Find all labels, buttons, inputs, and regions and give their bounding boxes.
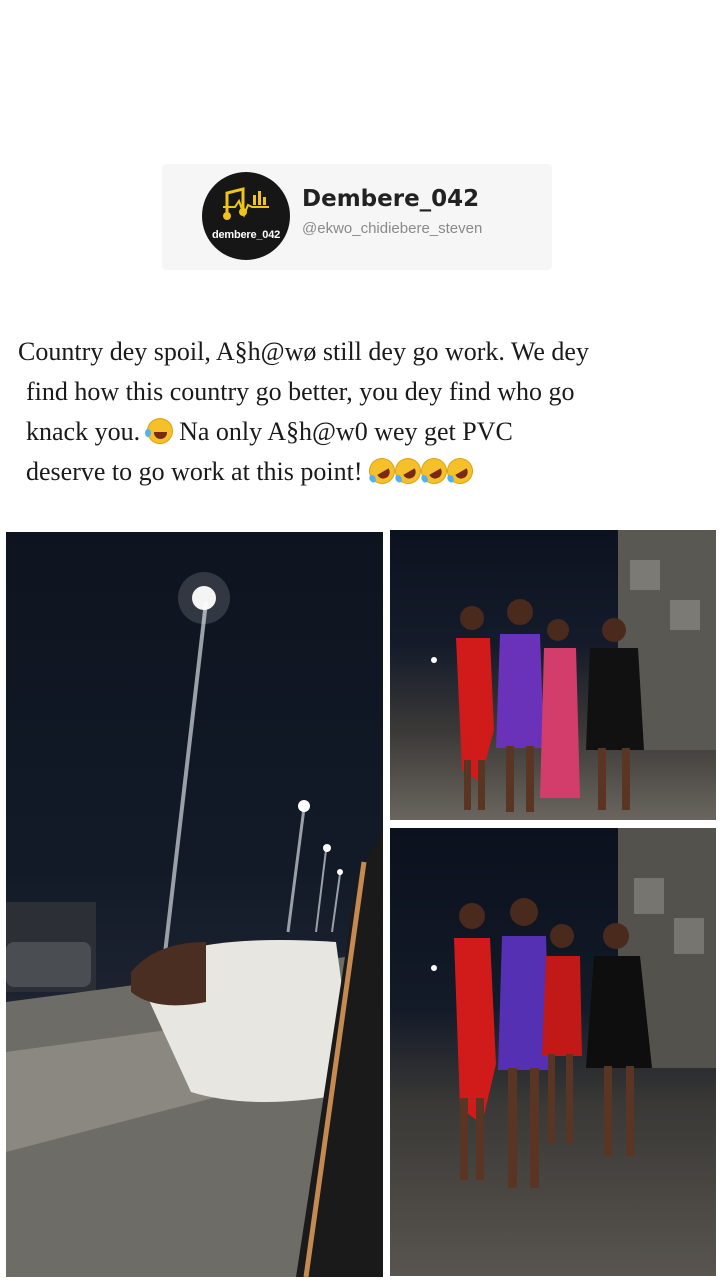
caption-line: deserve to go work at this point! — [18, 452, 708, 492]
author-card: dembere_042 Dembere_042 @ekwo_chidiebere… — [162, 164, 552, 270]
caption-text: deserve to go work at this point! — [26, 457, 363, 486]
music-note-icon — [223, 187, 269, 220]
author-handle[interactable]: @ekwo_chidiebere_steven — [302, 220, 482, 237]
avatar-label: dembere_042 — [211, 229, 281, 241]
caption-line: find how this country go better, you dey… — [26, 377, 575, 406]
rolling-laughing-icon — [442, 453, 478, 489]
caption-text: Na only A§h@w0 wey get PVC — [179, 417, 513, 446]
caption-text: knack you. — [26, 417, 141, 446]
post-caption: Country dey spoil, A§h@wø still dey go w… — [18, 332, 708, 492]
women-group-icon — [431, 828, 716, 1188]
caption-line: knack you. Na only A§h@w0 wey get PVC — [18, 412, 708, 452]
author-name[interactable]: Dembere_042 — [302, 186, 479, 212]
group-photo-bottom[interactable] — [390, 828, 716, 1276]
night-street-photo[interactable] — [6, 532, 383, 1277]
face-with-tears-of-joy-icon — [144, 418, 173, 444]
group-photo-top[interactable] — [390, 530, 716, 820]
women-group-icon — [431, 530, 716, 812]
avatar[interactable]: dembere_042 — [202, 172, 290, 260]
street-lights-icon — [6, 572, 383, 1277]
caption-line: Country dey spoil, A§h@wø still dey go w… — [18, 337, 589, 366]
